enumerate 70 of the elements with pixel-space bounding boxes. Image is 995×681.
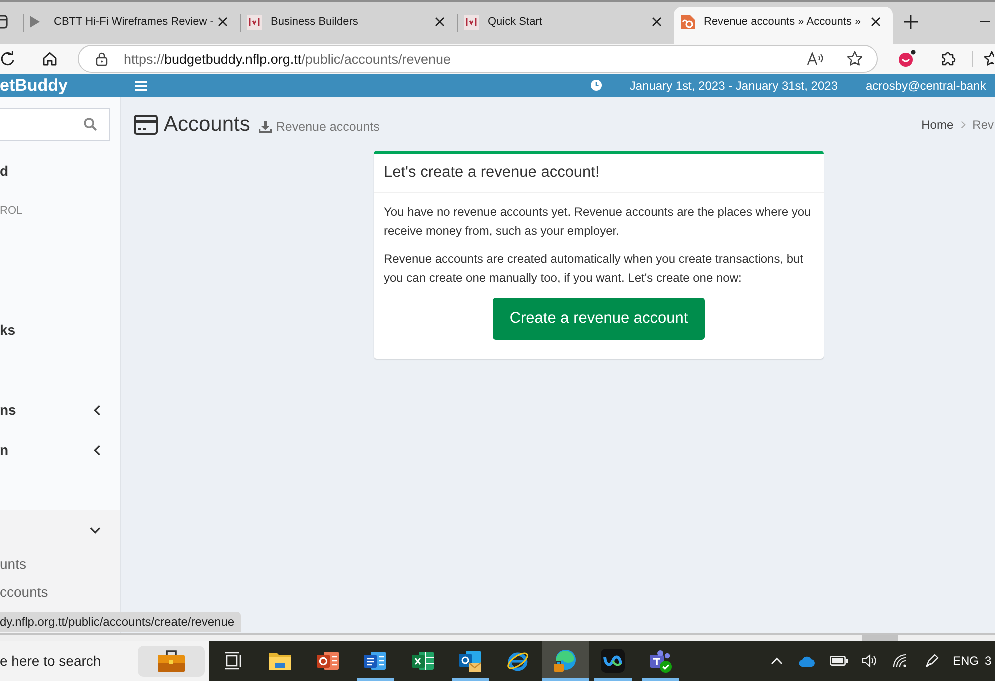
user-menu[interactable]: acrosby@central-bank [866, 78, 995, 92]
task-view-icon[interactable] [224, 652, 242, 670]
play-icon [30, 16, 40, 28]
volume-icon[interactable] [862, 654, 877, 668]
browser-tab[interactable]: CBTT Hi-Fi Wireframes Review - [24, 7, 240, 44]
spreadsheet-icon [410, 649, 435, 673]
document-icon [363, 649, 388, 673]
submenu-item[interactable]: unts [0, 550, 120, 578]
address-bar[interactable]: https://budgetbuddy.nflp.org.tt/public/accounts/revenue [78, 45, 878, 73]
window-icon[interactable] [0, 15, 9, 29]
language-indicator[interactable]: ENG [947, 654, 985, 668]
swirl-icon [553, 649, 578, 673]
close-icon[interactable] [652, 17, 662, 27]
menu-item[interactable]: ks [0, 310, 120, 350]
clock-text[interactable]: 3 [985, 654, 995, 668]
card-title: Let's create a revenue account! [374, 154, 824, 193]
lock-icon [96, 52, 108, 66]
pen-icon[interactable] [924, 654, 938, 668]
browser-tab[interactable]: Revenue accounts » Accounts » [674, 7, 893, 44]
create-account-button[interactable]: Create a revenue account [492, 298, 706, 340]
menu-item[interactable]: n [0, 430, 120, 470]
date-range[interactable]: January 1st, 2023 - January 31st, 2023 [630, 78, 838, 92]
browser-tab[interactable]: Business Builders [241, 7, 457, 44]
scrollbar-track[interactable] [0, 633, 995, 641]
card-text: You have no revenue accounts yet. Revenue accounts are the places where you receive money from, such as your employer. [384, 204, 812, 240]
breadcrumb-current: Rev [972, 118, 994, 132]
submenu-item[interactable]: ccounts [0, 578, 120, 606]
briefcase-icon[interactable] [138, 641, 209, 681]
favorites-icon[interactable] [984, 51, 994, 67]
menu-item[interactable]: d [0, 151, 120, 191]
plus-icon[interactable] [904, 15, 918, 29]
taskbar-search-field[interactable]: e here to search [0, 641, 138, 681]
mail-icon [458, 649, 482, 673]
minimize-icon[interactable] [980, 21, 990, 23]
menu-section-header: ROL [0, 204, 24, 218]
search-field[interactable] [0, 108, 110, 141]
logo-icon [464, 14, 479, 30]
search-icon [84, 118, 97, 131]
home-icon[interactable] [42, 51, 58, 67]
browser-tab[interactable]: Quick Start [458, 7, 674, 44]
close-icon[interactable] [435, 17, 445, 27]
page-title: Accounts [164, 112, 250, 138]
chevron-right-icon [960, 121, 966, 129]
cloud-icon[interactable] [799, 656, 816, 666]
credit-card-icon [134, 115, 158, 135]
star-icon[interactable] [847, 51, 863, 67]
close-icon[interactable] [871, 17, 881, 27]
logo-icon [247, 14, 262, 30]
battery-icon[interactable] [830, 656, 848, 666]
read-aloud-icon[interactable] [807, 52, 825, 66]
download-icon [259, 120, 272, 132]
close-icon[interactable] [218, 17, 228, 27]
puzzle-icon[interactable] [940, 51, 956, 67]
logo-icon [680, 14, 696, 30]
check-badge-icon [660, 661, 672, 673]
extension-icon[interactable] [898, 50, 916, 68]
breadcrumb-link[interactable]: Home [922, 118, 954, 132]
page-subtitle: Revenue accounts [276, 120, 380, 134]
menu-item[interactable]: ns [0, 390, 120, 430]
loops-icon [600, 649, 625, 673]
scrollbar-thumb[interactable] [862, 635, 898, 641]
refresh-icon[interactable] [0, 51, 16, 67]
chevron-up-icon[interactable] [770, 657, 782, 665]
app-logo[interactable]: etBuddy [0, 76, 135, 96]
wifi-icon[interactable] [893, 654, 908, 668]
menu-icon[interactable] [135, 80, 147, 90]
status-url: dy.nflp.org.tt/public/accounts/create/revenue [0, 612, 241, 632]
slides-icon [316, 649, 340, 673]
card-text: Revenue accounts are created automatically when you create transactions, but you can create one manually too, if you want. Let's create one now: [384, 251, 805, 286]
clock-icon [590, 80, 602, 91]
